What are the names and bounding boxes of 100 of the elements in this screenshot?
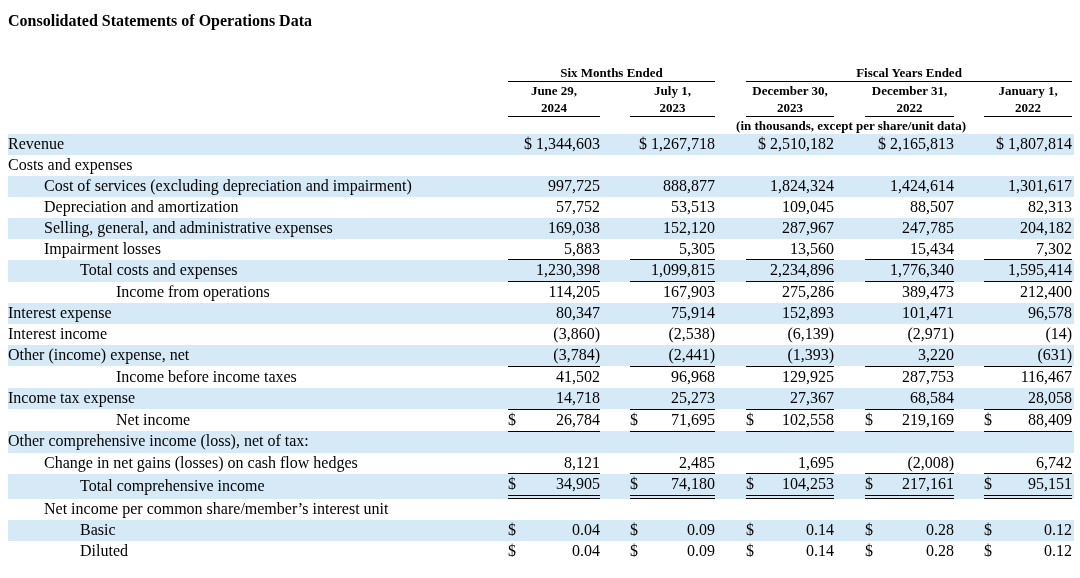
table-cell: (1,393) (787, 346, 835, 364)
table-cell: 96,578 (1028, 304, 1073, 322)
table-cell: 152,893 (782, 304, 835, 322)
currency-sign: $ (865, 541, 874, 562)
table-cell: 3,220 (918, 346, 955, 364)
table-cell-text: 0.28 (926, 520, 955, 541)
currency-sign: $ (630, 409, 638, 430)
currency-sign: $ (630, 541, 638, 562)
row-label: Cost of services (excluding depreciation and impairment) (44, 176, 412, 194)
table-cell: 13,560 (790, 239, 835, 257)
currency-sign: $ (746, 409, 755, 430)
table-cell: (14) (1045, 325, 1073, 343)
currency-sign: $ (746, 520, 755, 541)
column-header: December 30, 2023 (746, 81, 835, 117)
row-label: Change in net gains (losses) on cash flow hedges (44, 453, 358, 471)
table-cell: 5,305 (679, 239, 716, 257)
currency-sign: $ (984, 541, 993, 562)
currency-sign: $ (746, 474, 755, 495)
table-cell: 96,968 (671, 367, 716, 385)
table-cell-text: 102,558 (782, 409, 835, 430)
row-label: Income tax expense (8, 389, 136, 407)
table-cell: $ 2,165,813 (878, 135, 955, 152)
table-cell-text: 0.12 (1044, 541, 1073, 562)
table-cell: 247,785 (902, 218, 955, 236)
row-label: Total costs and expenses (80, 261, 238, 279)
table-cell: 68,584 (910, 388, 955, 406)
table-cell: 1,824,324 (770, 176, 835, 194)
currency-sign: $ (508, 520, 516, 541)
row-label: Depreciation and amortization (44, 197, 239, 215)
table-cell-text: 88,409 (1028, 409, 1073, 430)
column-header: June 29, 2024 (508, 81, 600, 117)
row-label: Other (income) expense, net (8, 346, 190, 364)
table-cell: 287,967 (782, 218, 835, 236)
table-cell: 1,424,614 (890, 176, 955, 194)
currency-sign: $ (865, 409, 874, 430)
table-cell: 116,467 (1020, 367, 1073, 385)
row-label: Impairment losses (44, 239, 161, 257)
table-cell-text: 0.09 (687, 541, 716, 562)
table-cell: 212,400 (1020, 283, 1073, 301)
units-note: (in thousands, except per share/unit data) (736, 118, 966, 133)
table-cell: 129,925 (782, 367, 835, 385)
table-cell: (3,784) (553, 346, 600, 364)
row-label: Selling, general, and administrative expenses (44, 218, 333, 236)
table-cell-text: 74,180 (671, 474, 716, 495)
table-cell: 75,914 (671, 304, 716, 322)
row-label: Interest income (8, 325, 108, 343)
row-label: Other comprehensive income (loss), net of tax: (8, 432, 309, 450)
table-cell: 1,695 (798, 453, 835, 471)
row-label: Revenue (8, 135, 64, 152)
table-cell: 1,595,414 (1008, 261, 1073, 279)
table-cell: 41,502 (556, 367, 600, 385)
table-cell-text: 217,161 (902, 474, 955, 495)
table-cell: 82,313 (1028, 197, 1073, 215)
row-label: Costs and expenses (8, 155, 133, 173)
table-cell: 997,725 (548, 176, 600, 194)
row-label: Basic (80, 521, 116, 539)
table-cell: 114,205 (548, 283, 600, 301)
row-label: Net income per common share/member’s interest unit (44, 500, 389, 518)
table-cell-text: 71,695 (671, 409, 716, 430)
table-cell-text: 0.14 (806, 541, 835, 562)
currency-sign: $ (508, 541, 516, 562)
row-label: Income before income taxes (116, 367, 297, 385)
currency-sign: $ (630, 520, 638, 541)
table-cell-text: 104,253 (782, 474, 835, 495)
table-cell: 7,302 (1036, 239, 1073, 257)
currency-sign: $ (508, 474, 516, 495)
table-cell: 204,182 (1020, 218, 1073, 236)
currency-sign: $ (746, 541, 755, 562)
row-label: Diluted (80, 542, 128, 560)
table-cell: 2,485 (679, 453, 716, 471)
table-cell: 53,513 (671, 197, 716, 215)
table-cell: 57,752 (556, 197, 600, 215)
row-label: Interest expense (8, 304, 112, 322)
table-cell: (2,441) (668, 346, 716, 364)
table-cell: 1,099,815 (651, 261, 716, 279)
table-cell-text: 26,784 (556, 409, 600, 430)
table-cell: 1,776,340 (890, 261, 955, 279)
table-cell: 25,273 (671, 388, 716, 406)
table-cell: 275,286 (782, 283, 835, 301)
currency-sign: $ (984, 520, 993, 541)
page-title: Consolidated Statements of Operations Data (8, 11, 313, 32)
table-cell: 2,234,896 (770, 261, 835, 279)
table-cell: 389,473 (902, 283, 955, 301)
table-cell: $ 1,344,603 (524, 135, 600, 152)
column-header: July 1, 2023 (630, 81, 716, 117)
table-cell-text: 0.12 (1044, 520, 1073, 541)
table-cell-text: 0.04 (572, 541, 600, 562)
row-label: Total comprehensive income (80, 477, 265, 494)
table-cell: 14,718 (556, 388, 600, 406)
column-group-header: Six Months Ended (508, 64, 716, 82)
table-cell-text: 0.04 (572, 520, 600, 541)
table-cell: $ 2,510,182 (758, 135, 835, 152)
table-cell: (631) (1037, 346, 1073, 364)
table-cell-text: 0.14 (806, 520, 835, 541)
currency-sign: $ (865, 474, 874, 495)
column-header: January 1, 2022 (984, 81, 1073, 117)
table-cell-text: 0.28 (926, 541, 955, 562)
currency-sign: $ (865, 520, 874, 541)
currency-sign: $ (630, 474, 638, 495)
table-cell: 80,347 (556, 304, 600, 322)
